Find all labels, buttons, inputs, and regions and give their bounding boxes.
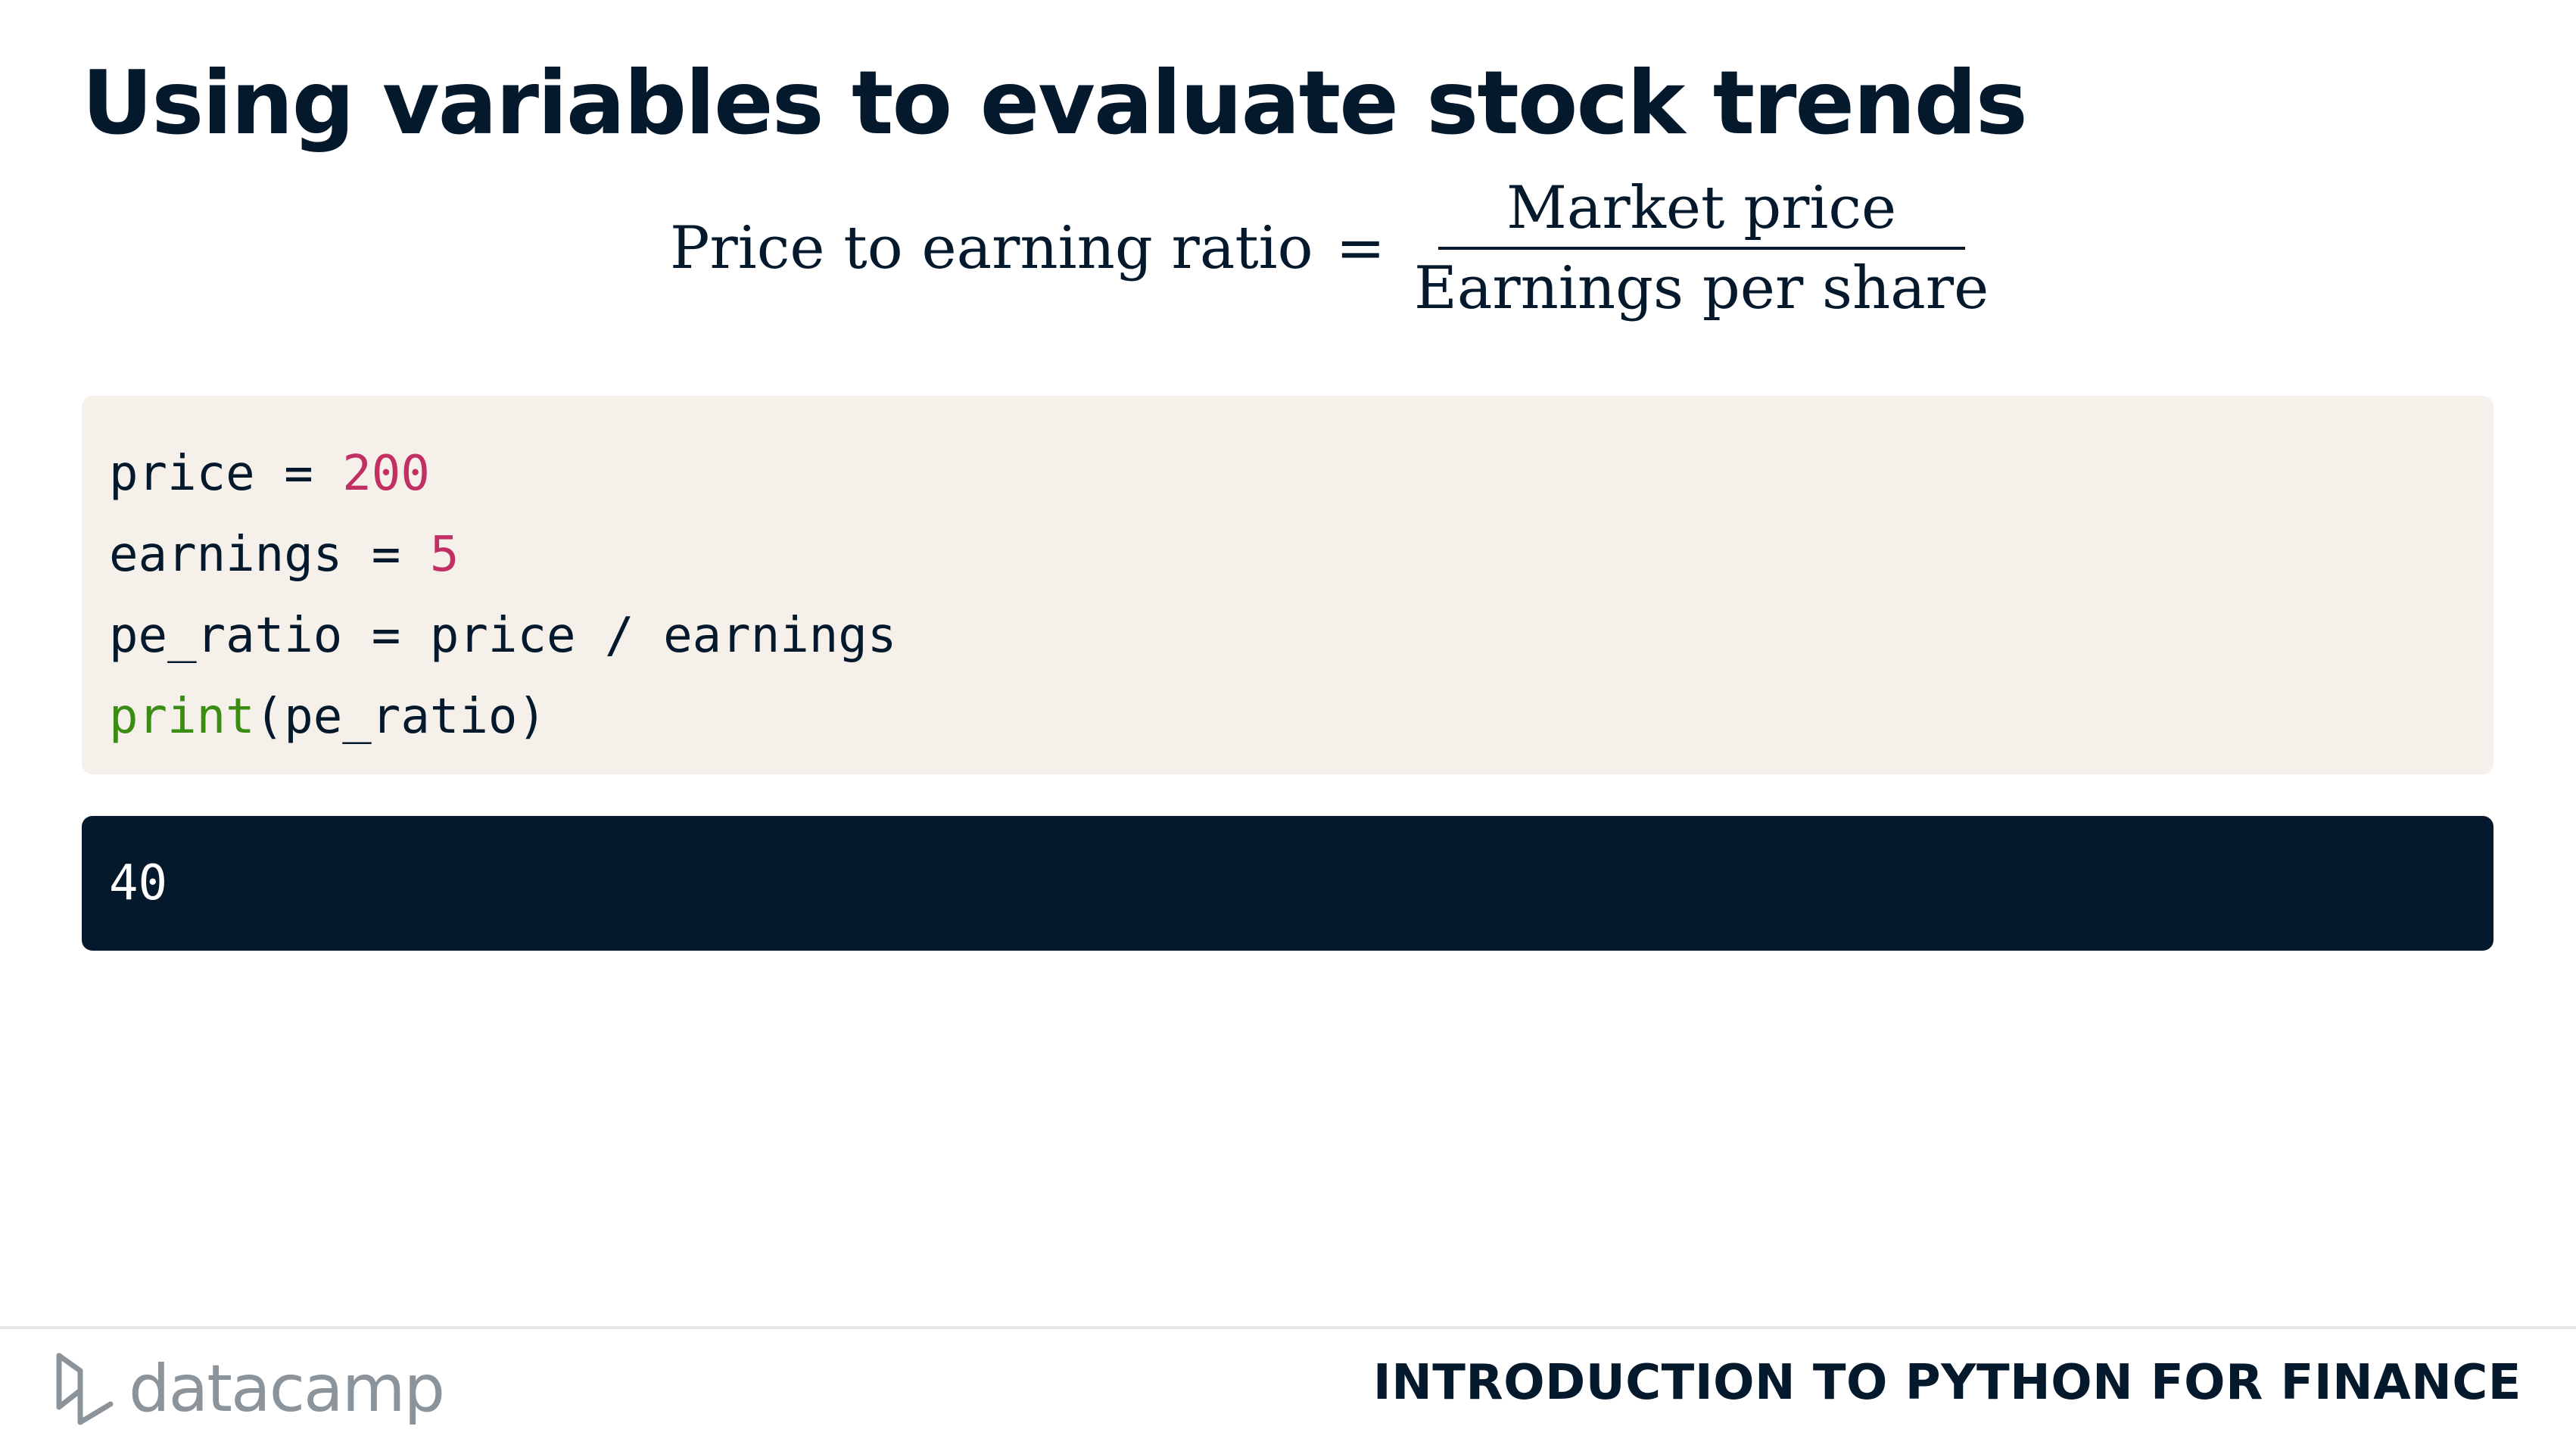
output-block[interactable]: 40 [82,816,2493,951]
formula-fraction: Market price Earnings per share [1414,174,1989,322]
code-token: earnings = [109,527,430,583]
logo-wordmark: datacamp [129,1351,445,1427]
code-line: print(pe_ratio) [109,677,2493,758]
slide-title: Using variables to evaluate stock trends [82,52,2028,154]
code-line: price = 200 [109,434,2493,515]
code-line: pe_ratio = price / earnings [109,596,2493,677]
formula-equals: = [1335,214,1385,282]
code-token-builtin: print [109,689,255,745]
output-text: 40 [109,855,168,911]
code-token: price = [109,446,343,502]
pe-ratio-formula: Price to earning ratio = Market price Ea… [670,174,1989,322]
code-token-number: 5 [429,527,459,583]
code-line: earnings = 5 [109,515,2493,596]
datacamp-logo-icon [53,1351,115,1427]
formula-denominator: Earnings per share [1413,254,1989,322]
code-token: (pe_ratio) [254,689,547,745]
footer-divider [0,1326,2576,1329]
course-title: INTRODUCTION TO PYTHON FOR FINANCE [1372,1355,2521,1411]
code-token-number: 200 [342,446,430,502]
slide: Using variables to evaluate stock trends… [0,0,2576,1451]
code-block[interactable]: price = 200 earnings = 5 pe_ratio = pric… [82,396,2493,774]
code-token: pe_ratio = price / earnings [109,608,897,664]
datacamp-logo: datacamp [53,1347,445,1431]
formula-lhs: Price to earning ratio [670,214,1313,282]
formula-numerator: Market price [1506,174,1897,242]
